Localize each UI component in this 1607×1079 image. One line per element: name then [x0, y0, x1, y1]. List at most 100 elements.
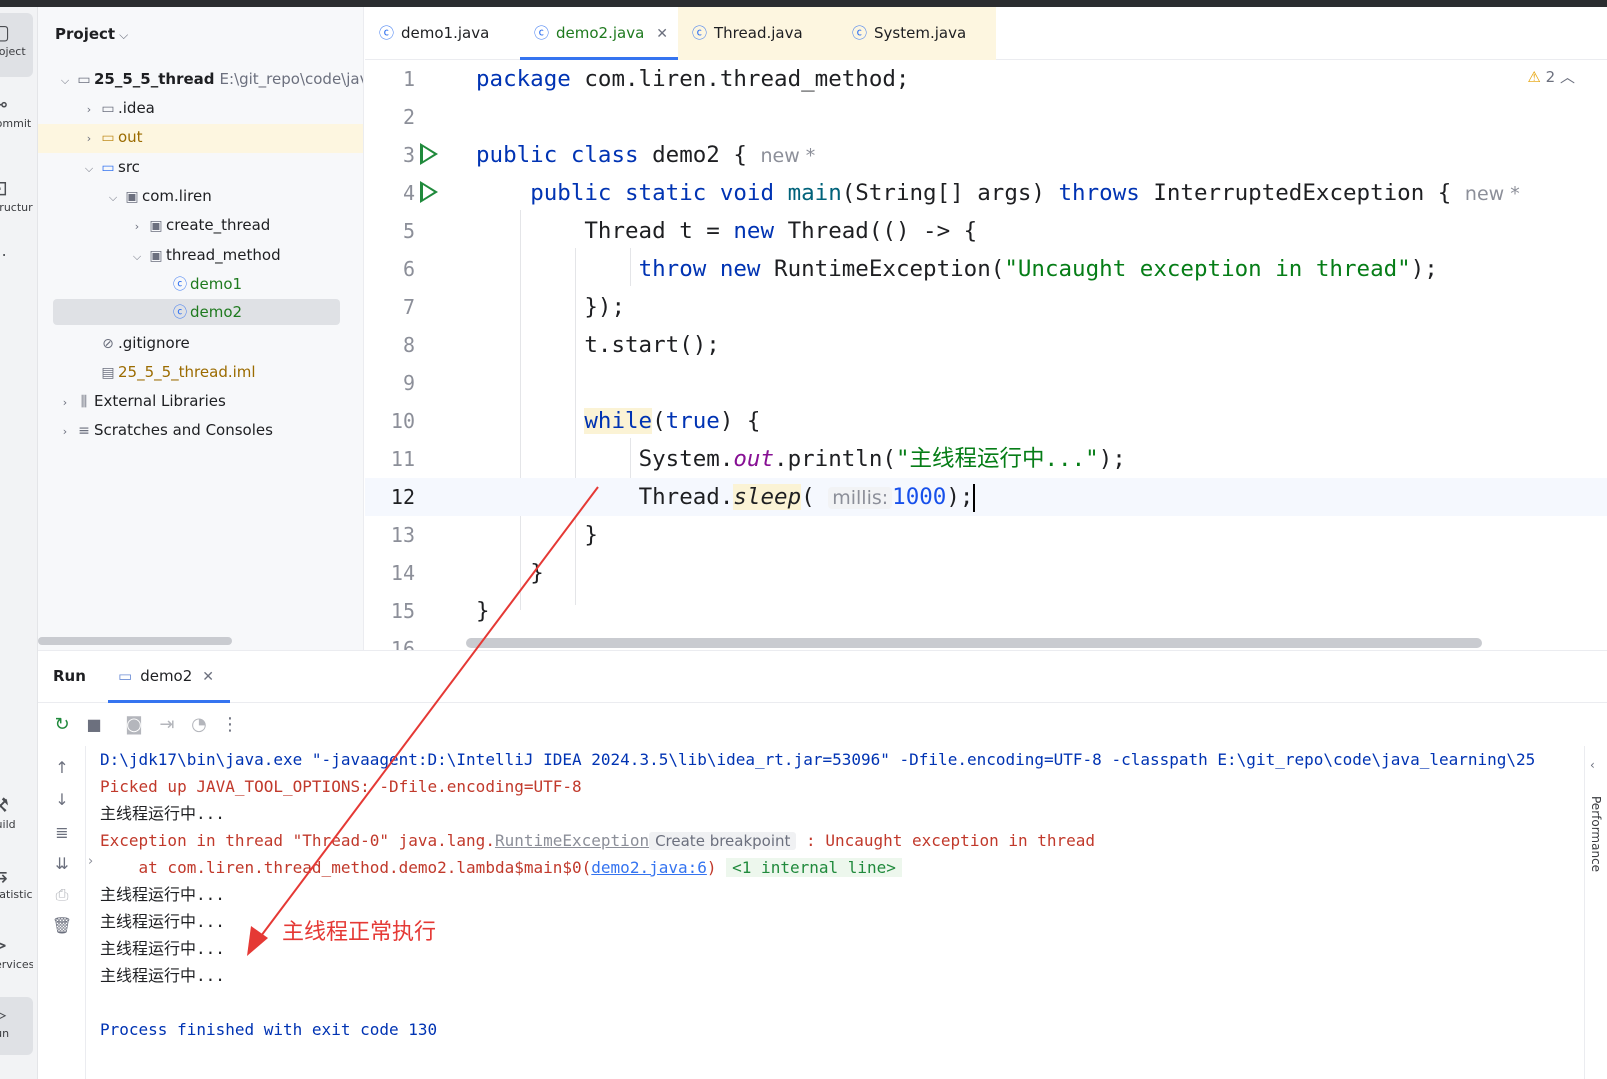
hammer-icon: ⚒ [0, 792, 33, 818]
arrow-down-icon[interactable]: ↓ [51, 790, 73, 809]
console-line-output: 主线程运行中... [100, 804, 225, 823]
source-link[interactable]: demo2.java:6 [591, 858, 707, 877]
console-line-output: 主线程运行中... [100, 885, 225, 904]
tab-demo2-java[interactable]: ⓒ demo2.java ✕ [520, 7, 678, 60]
inlay-hint-new: new * [1464, 183, 1520, 205]
package-icon: ▣ [149, 218, 163, 234]
run-gutter-icon[interactable] [420, 143, 438, 165]
tree-item-demo2[interactable]: ⓒ demo2 [53, 299, 340, 325]
soft-wrap-icon[interactable]: ≣ [51, 823, 73, 842]
project-horizontal-scrollbar[interactable] [38, 637, 232, 645]
code-line-15: 15} [390, 598, 490, 624]
code-line-3: 3 public class demo2 { new * [402, 142, 816, 168]
source-folder-icon: ▭ [101, 160, 115, 176]
stop-icon[interactable]: ■ [83, 715, 105, 734]
editor-horizontal-scrollbar[interactable] [466, 638, 1482, 648]
chevron-right-icon: › [134, 220, 140, 233]
exception-link[interactable]: RuntimeException [495, 831, 649, 850]
tree-item-com-liren[interactable]: ⌵ ▣ com.liren [104, 183, 212, 209]
run-tab-demo2[interactable]: ▭ demo2 ✕ [118, 667, 214, 685]
code-line-14: 14 } [390, 560, 544, 586]
chevron-down-icon: ⌵ [132, 250, 142, 263]
code-line-12: 12 Thread.sleep( millis: 1000); [365, 478, 1607, 516]
tab-demo1-java[interactable]: ⓒ demo1.java [365, 7, 520, 60]
tree-item-thread-method[interactable]: ⌵ ▣ thread_method [128, 242, 281, 268]
code-line-1: 1 package com.liren.thread_method; [402, 66, 910, 92]
project-panel: Project ⌵ ⌵ ▭ 25_5_5_thread E:\git_repo\code… [38, 7, 364, 650]
java-class-icon: ⓒ [692, 24, 708, 42]
tree-item-scratches[interactable]: › ≡ Scratches and Consoles [56, 417, 273, 443]
chevron-down-icon: ⌵ [84, 162, 94, 175]
close-icon[interactable]: ✕ [656, 26, 668, 42]
code-editor[interactable]: ⚠ 2 ︿ 1 package com.liren.thread_method; … [365, 60, 1607, 650]
code-line-5: 5 Thread t = new Thread(() -> { [402, 218, 978, 244]
tree-item-idea[interactable]: › ▭ .idea [80, 95, 155, 121]
chevron-left-icon[interactable]: ‹ [1590, 758, 1595, 772]
stripe-button-services[interactable]: ⊳ Services [0, 932, 33, 982]
tree-item-create-thread[interactable]: › ▣ create_thread [128, 212, 271, 238]
tree-item-external-libraries[interactable]: › ⫼ External Libraries [56, 388, 226, 414]
tool-window-stripe: ▢ Project ⊸ Commit ⊡ Structure ⋯ ⚒ Build… [0, 7, 38, 1079]
run-tool-window: Run ▭ demo2 ✕ ↻ ■ ◙ ⇥ ◔ ⋮ ↑ ↓ ≣ ⇊ ⎙ 🗑 › D:… [38, 650, 1607, 1079]
tree-item-iml[interactable]: ▤ 25_5_5_thread.iml [98, 359, 255, 385]
stripe-button-run[interactable]: ▷ Run [0, 997, 33, 1055]
console-line-picked: Picked up JAVA_TOOL_OPTIONS: -Dfile.enco… [100, 777, 582, 796]
code-line-6: 6 throw new RuntimeException("Uncaught e… [402, 256, 1438, 282]
run-title: Run [53, 667, 86, 685]
chevron-down-icon: ⌵ [108, 191, 118, 204]
run-toolbar: ↻ ■ ◙ ⇥ ◔ ⋮ [38, 704, 1607, 746]
project-title[interactable]: Project ⌵ [55, 25, 128, 43]
close-icon[interactable]: ✕ [202, 669, 214, 685]
scroll-to-end-icon[interactable]: ⇊ [51, 854, 73, 873]
run-header: Run ▭ demo2 ✕ [38, 651, 1607, 703]
tree-item-out[interactable]: › ▭ out [80, 124, 143, 150]
rerun-icon[interactable]: ↻ [51, 714, 73, 735]
stripe-button-statistic[interactable]: ⇆ Statistic [0, 862, 33, 912]
camera-icon[interactable]: ◙ [123, 714, 145, 735]
tree-item-demo1[interactable]: ⓒ demo1 [152, 271, 242, 297]
print-icon[interactable]: ⎙ [51, 885, 73, 905]
stripe-button-structure[interactable]: ⊡ Structure [0, 175, 33, 225]
annotation-text: 主线程正常执行 [282, 920, 437, 945]
console-icon: ▭ [118, 667, 133, 685]
java-class-icon: ⓒ [852, 24, 868, 42]
services-icon: ⊳ [0, 932, 33, 958]
title-bar [0, 0, 1607, 7]
run-gutter-icon[interactable] [420, 181, 438, 203]
trash-icon[interactable]: 🗑 [51, 916, 73, 935]
arrow-up-icon[interactable]: ↑ [51, 758, 73, 777]
chevron-right-icon[interactable]: › [88, 854, 93, 869]
stripe-button-project[interactable]: ▢ Project [0, 13, 33, 77]
stripe-button-more[interactable]: ⋯ [0, 242, 33, 272]
package-icon: ▣ [149, 248, 163, 264]
code-line-4: 4 public static void main(String[] args)… [402, 180, 1520, 206]
folder-icon: ▢ [0, 19, 33, 45]
stripe-button-commit[interactable]: ⊸ Commit [0, 91, 33, 141]
java-class-icon: ⓒ [379, 24, 395, 42]
restore-layout-icon[interactable]: ⇥ [156, 714, 178, 735]
tree-item-src[interactable]: ⌵ ▭ src [80, 154, 140, 180]
console-output[interactable]: › D:\jdk17\bin\java.exe "-javaagent:D:\I… [86, 746, 1584, 1079]
internal-lines-fold[interactable]: <1 internal line> [726, 858, 902, 877]
code-line-2: 2 [402, 105, 415, 129]
chevron-right-icon: › [62, 396, 68, 409]
code-line-13: 13 } [390, 522, 598, 548]
tree-root[interactable]: ⌵ ▭ 25_5_5_thread E:\git_repo\code\java [56, 66, 363, 92]
chevron-down-icon: ⌵ [60, 74, 70, 87]
profiler-icon[interactable]: ◔ [188, 714, 210, 735]
chevron-right-icon: › [62, 425, 68, 438]
create-breakpoint-button[interactable]: Create breakpoint [649, 832, 797, 850]
more-icon[interactable]: ⋮ [219, 714, 241, 735]
stripe-button-build[interactable]: ⚒ Build [0, 792, 33, 842]
folder-icon: ▭ [101, 101, 115, 117]
tab-system-java[interactable]: ⓒ System.java [838, 7, 996, 60]
chevron-down-icon: ⌵ [119, 28, 129, 42]
structure-icon: ⊡ [0, 175, 33, 201]
performance-tab[interactable]: Performance [1589, 796, 1603, 872]
parameter-hint: millis: [828, 487, 893, 509]
tab-thread-java[interactable]: ⓒ Thread.java [678, 7, 838, 60]
text-caret [973, 483, 976, 512]
iml-file-icon: ▤ [101, 365, 115, 381]
commit-icon: ⊸ [0, 91, 33, 117]
tree-item-gitignore[interactable]: ⊘ .gitignore [98, 330, 190, 356]
